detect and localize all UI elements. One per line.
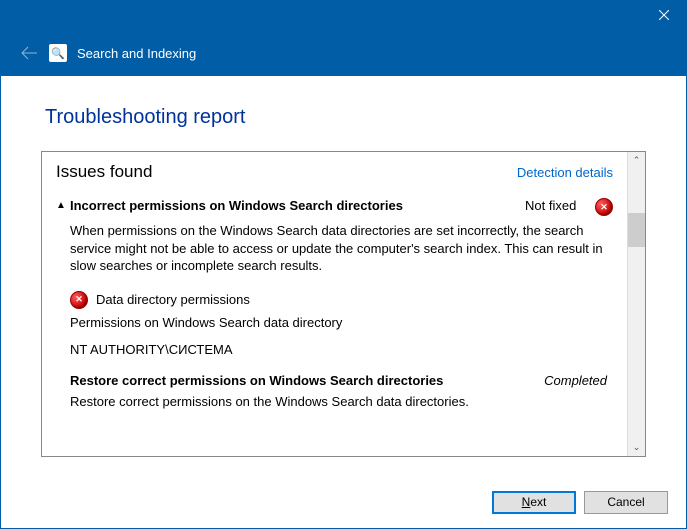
restore-status: Completed: [544, 373, 613, 388]
detection-details-link[interactable]: Detection details: [517, 165, 613, 180]
next-button[interactable]: Next: [492, 491, 576, 514]
scroll-down-button[interactable]: ⌄: [628, 439, 645, 456]
issue-description: When permissions on the Windows Search d…: [70, 222, 613, 275]
sub-issue-desc: Permissions on Windows Search data direc…: [70, 315, 613, 330]
issue-row[interactable]: ▲ Incorrect permissions on Windows Searc…: [56, 198, 613, 216]
restore-title: Restore correct permissions on Windows S…: [70, 373, 544, 388]
back-button: [19, 43, 39, 63]
content-area: Troubleshooting report Issues found Dete…: [1, 76, 686, 476]
cancel-button[interactable]: Cancel: [584, 491, 668, 514]
close-button[interactable]: [641, 1, 686, 29]
restore-desc: Restore correct permissions on the Windo…: [70, 394, 613, 409]
scroll-thumb[interactable]: [628, 213, 645, 247]
collapse-icon[interactable]: ▲: [56, 200, 70, 211]
header-title: Search and Indexing: [77, 46, 196, 61]
footer: Next Cancel: [1, 476, 686, 528]
sub-issue-account: NT AUTHORITY\СИСТЕМА: [70, 342, 613, 357]
troubleshooter-icon: 🔍: [49, 44, 67, 62]
scrollbar[interactable]: ⌃ ⌄: [627, 152, 645, 456]
sub-issue-row: Data directory permissions: [70, 291, 613, 309]
scroll-up-button[interactable]: ⌃: [628, 152, 645, 169]
report-body: Issues found Detection details ▲ Incorre…: [42, 152, 627, 456]
restore-row: Restore correct permissions on Windows S…: [70, 373, 613, 388]
page-title: Troubleshooting report: [45, 106, 646, 129]
report-panel: Issues found Detection details ▲ Incorre…: [41, 151, 646, 457]
wizard-header: 🔍 Search and Indexing: [1, 30, 686, 76]
issue-title: Incorrect permissions on Windows Search …: [70, 198, 525, 213]
error-icon: [595, 198, 613, 216]
issue-status-icon: [591, 198, 613, 216]
error-icon: [70, 291, 88, 309]
sub-issue-label: Data directory permissions: [96, 292, 250, 307]
issue-status: Not fixed: [525, 198, 591, 213]
scroll-track[interactable]: [628, 169, 645, 439]
title-bar: [1, 1, 686, 30]
issues-found-heading: Issues found: [56, 162, 152, 182]
